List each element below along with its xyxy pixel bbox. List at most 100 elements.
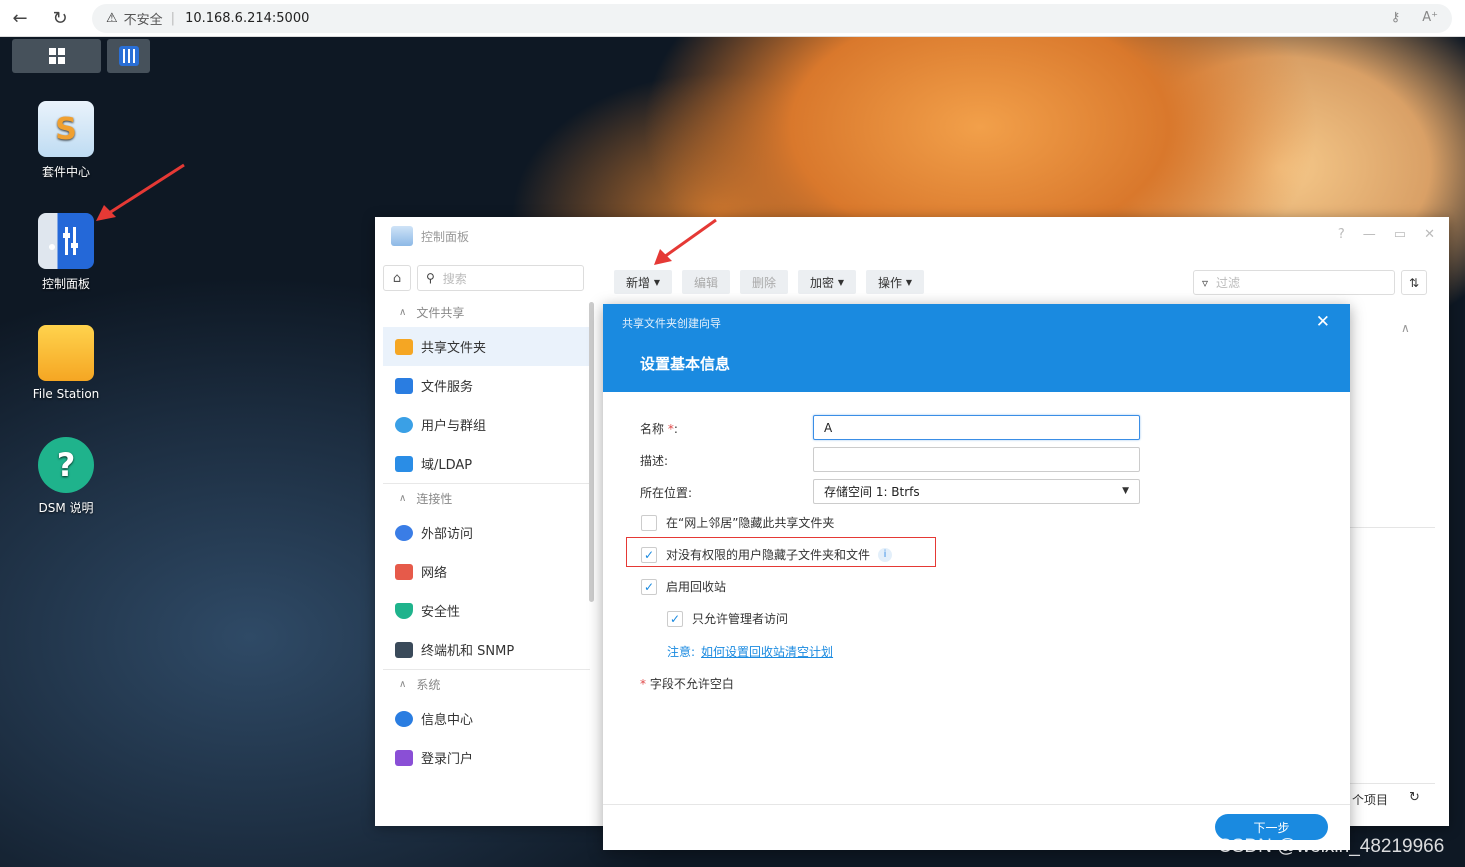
name-field[interactable]: A: [813, 415, 1140, 440]
sidebar-item-file-services[interactable]: 文件服务: [383, 366, 590, 405]
description-field[interactable]: [813, 447, 1140, 472]
button-label: 操作: [878, 275, 903, 290]
recycle-bin-checkbox-row[interactable]: ✓ 启用回收站: [641, 578, 726, 595]
info-icon: [395, 710, 413, 727]
delete-button[interactable]: 删除: [740, 270, 789, 294]
sidebar-group-connectivity[interactable]: ∧ 连接性: [383, 483, 590, 513]
sidebar-item-network[interactable]: 网络: [383, 552, 590, 591]
folder-icon: [38, 325, 94, 381]
search-input[interactable]: ⚲ 搜索: [417, 265, 584, 291]
recycle-schedule-link[interactable]: 如何设置回收站清空计划: [701, 645, 833, 659]
button-label: 加密: [810, 275, 835, 290]
control-panel-icon: [118, 46, 139, 66]
close-icon[interactable]: ✕: [1316, 312, 1330, 332]
note-label: 注意:: [667, 645, 696, 659]
checkbox[interactable]: [641, 514, 657, 531]
sidebar-item-security[interactable]: 安全性: [383, 591, 590, 630]
sidebar-item-domain-ldap[interactable]: 域/LDAP: [383, 444, 590, 483]
name-value: A: [824, 420, 833, 435]
sidebar-item-login-portal[interactable]: 登录门户: [383, 738, 590, 777]
sidebar-item-terminal-snmp[interactable]: 终端机和 SNMP: [383, 630, 590, 669]
read-aloud-icon[interactable]: A⁺: [1422, 10, 1438, 25]
hide-network-checkbox-row[interactable]: 在“网上邻居”隐藏此共享文件夹: [641, 514, 834, 531]
home-icon[interactable]: ⌂: [383, 265, 411, 291]
users-icon: [395, 416, 413, 433]
location-label: 所在位置:: [640, 486, 693, 500]
watermark: CSDN @weixin_48219966: [1218, 836, 1445, 857]
house-icon: [395, 563, 413, 580]
checkbox-label: 在“网上邻居”隐藏此共享文件夹: [666, 516, 835, 530]
browser-toolbar: ← ↻ ⚠ 不安全 | 10.168.6.214:5000 ⚷ A⁺: [0, 0, 1465, 37]
toolbar: 新增 ▼ 编辑 删除 加密 ▼ 操作 ▼: [614, 270, 925, 294]
sidebar-item-label: 终端机和 SNMP: [421, 644, 515, 659]
caret-down-icon: ▼: [653, 277, 660, 287]
terminal-icon: [395, 641, 413, 658]
divider: [1349, 783, 1435, 784]
back-icon[interactable]: ←: [0, 0, 40, 37]
sidebar-scrollbar[interactable]: [589, 302, 594, 602]
reload-icon[interactable]: ↻: [40, 0, 80, 37]
note-text: 字段不允许空白: [649, 677, 734, 691]
taskbar-control-panel[interactable]: [107, 39, 150, 73]
annotation-arrow: [654, 218, 717, 265]
checkbox[interactable]: ✓: [667, 610, 683, 627]
recycle-note: 注意: 如何设置回收站清空计划: [667, 643, 833, 660]
key-icon[interactable]: ⚷: [1391, 10, 1401, 25]
label-text: 名称: [640, 422, 665, 436]
id-card-icon: [395, 455, 413, 472]
chevron-up-icon[interactable]: ∧: [1401, 321, 1410, 335]
close-icon[interactable]: ✕: [1424, 227, 1435, 242]
caret-down-icon: ▼: [905, 277, 913, 287]
checkbox[interactable]: ✓: [641, 546, 657, 563]
url-text: 10.168.6.214:5000: [185, 11, 310, 26]
create-button[interactable]: 新增 ▼: [614, 270, 672, 294]
desktop-icon-file-station[interactable]: File Station: [16, 325, 116, 401]
sidebar-item-users-groups[interactable]: 用户与群组: [383, 405, 590, 444]
edit-button[interactable]: 编辑: [682, 270, 731, 294]
sidebar-item-label: 信息中心: [421, 713, 474, 728]
info-icon[interactable]: i: [878, 547, 893, 562]
checkbox-label: 对没有权限的用户隐藏子文件夹和文件: [666, 548, 871, 562]
hide-noperm-checkbox-row[interactable]: ✓ 对没有权限的用户隐藏子文件夹和文件 i: [641, 546, 893, 563]
grid-icon: [48, 48, 65, 64]
chevron-up-icon: ∧: [399, 493, 407, 504]
sort-icon[interactable]: ⇅: [1401, 270, 1427, 295]
checkbox[interactable]: ✓: [641, 578, 657, 595]
refresh-icon[interactable]: ↻: [1409, 790, 1420, 805]
window-titlebar[interactable]: 控制面板: [375, 217, 1449, 255]
desktop-icon-label: File Station: [32, 387, 100, 401]
location-select[interactable]: 存储空间 1: Btrfs ▼: [813, 479, 1140, 504]
help-icon[interactable]: ?: [1338, 227, 1345, 242]
encrypt-button[interactable]: 加密 ▼: [798, 270, 857, 294]
warning-icon: ⚠: [106, 11, 118, 26]
checkbox-label: 启用回收站: [666, 580, 727, 594]
desktop-icon-dsm-help[interactable]: ? DSM 说明: [16, 437, 116, 516]
sidebar-item-label: 文件服务: [421, 380, 474, 395]
admin-only-checkbox-row[interactable]: ✓ 只允许管理者访问: [667, 610, 788, 627]
sidebar-item-label: 登录门户: [421, 752, 474, 767]
caret-down-icon: ▼: [837, 277, 845, 287]
sidebar-group-file-sharing[interactable]: ∧ 文件共享: [383, 297, 590, 327]
sidebar: ⌂ ⚲ 搜索 ∧ 文件共享 共享文件夹 文件服务 用户与群组 域/LDAP ∧ 连接…: [383, 265, 590, 826]
security-label: 不安全: [123, 13, 163, 28]
sidebar-item-shared-folder[interactable]: 共享文件夹: [383, 327, 590, 366]
search-placeholder: 搜索: [442, 271, 467, 286]
url-separator: |: [170, 11, 176, 26]
sidebar-item-info-center[interactable]: 信息中心: [383, 699, 590, 738]
main-menu-button[interactable]: [12, 39, 101, 73]
filter-input[interactable]: ▿ 过滤: [1193, 270, 1395, 295]
group-label: 文件共享: [416, 305, 465, 320]
sidebar-item-external-access[interactable]: 外部访问: [383, 513, 590, 552]
package-center-icon: S: [38, 101, 94, 157]
divider: [603, 804, 1350, 805]
minimize-icon[interactable]: —: [1363, 227, 1376, 242]
maximize-icon[interactable]: ▭: [1394, 227, 1406, 242]
address-bar[interactable]: ⚠ 不安全 | 10.168.6.214:5000 ⚷ A⁺: [92, 4, 1452, 33]
control-panel-icon: [38, 213, 94, 269]
group-label: 连接性: [416, 492, 453, 506]
annotation-arrow: [96, 163, 185, 221]
wizard-header: 共享文件夹创建向导 设置基本信息 ✕: [603, 304, 1350, 392]
sidebar-group-system[interactable]: ∧ 系统: [383, 669, 590, 699]
shared-folder-wizard: 共享文件夹创建向导 设置基本信息 ✕ 名称 *: A 描述: 所在位置: 存储空…: [603, 304, 1350, 850]
action-button[interactable]: 操作 ▼: [866, 270, 925, 294]
